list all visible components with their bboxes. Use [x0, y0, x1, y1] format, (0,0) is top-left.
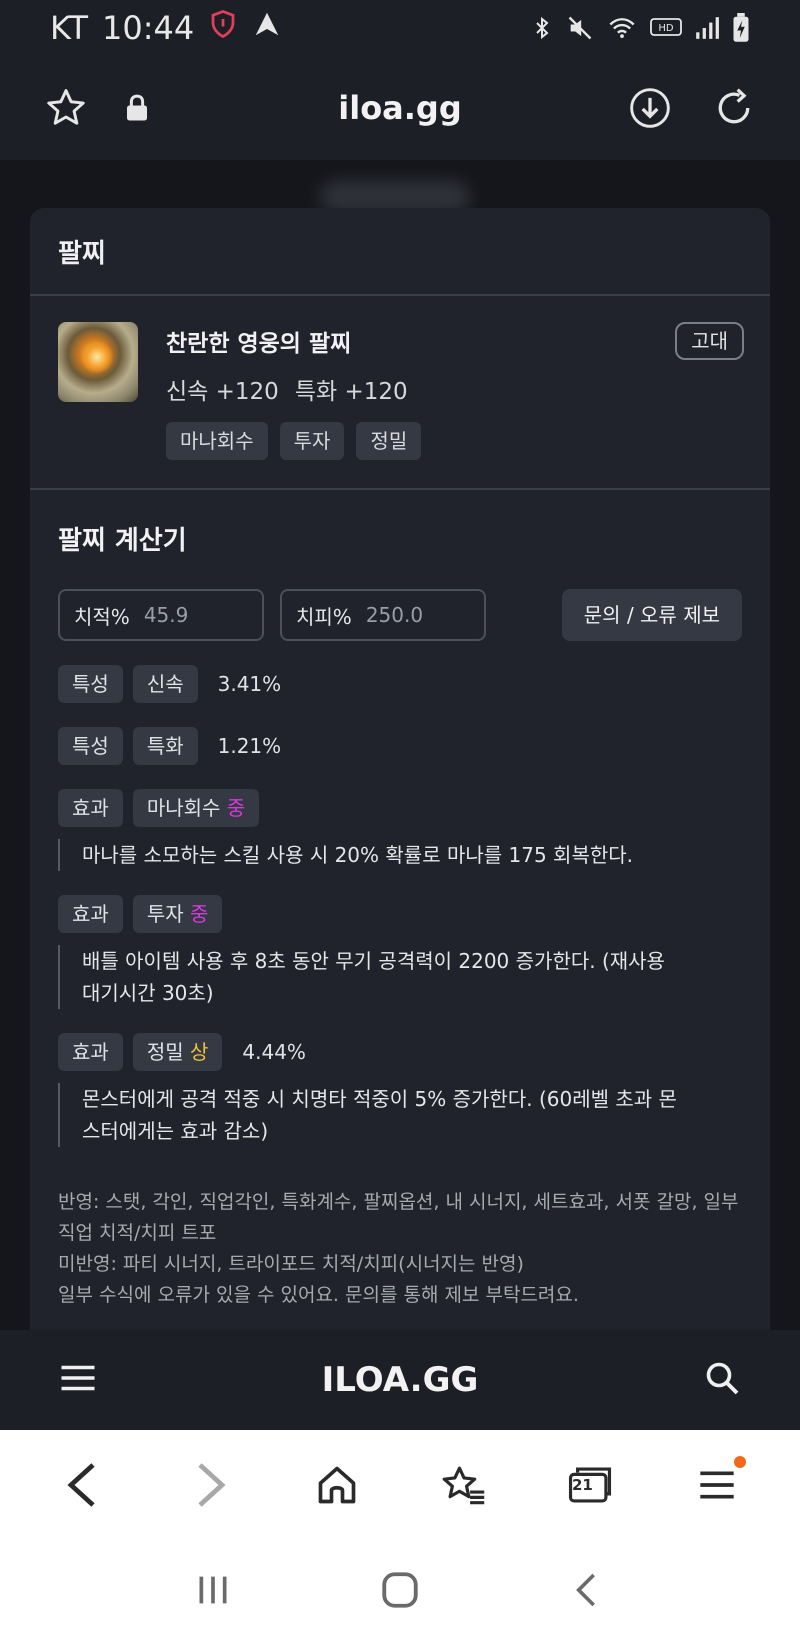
- tab-count: 21: [571, 1476, 593, 1494]
- result-row: 효과 투자 중: [58, 895, 742, 933]
- item-name: 찬란한 영웅의 팔찌: [166, 331, 352, 357]
- bracelet-item-icon: [58, 322, 138, 402]
- svg-text:HD: HD: [658, 23, 674, 34]
- bookmark-star-icon[interactable]: [44, 86, 88, 130]
- effect-name: 정밀: [146, 1040, 184, 1064]
- row-percent: 3.41%: [217, 672, 282, 696]
- field-value: 250.0: [365, 603, 424, 627]
- effect-description: 몬스터에게 공격 적중 시 치명타 적중이 5% 증가한다. (60레벨 초과 …: [58, 1083, 678, 1147]
- calculator-notes: 반영: 스탯, 각인, 직업각인, 특화계수, 팔찌옵션, 내 시너지, 세트효…: [58, 1187, 742, 1311]
- row-kind-chip: 효과: [58, 895, 123, 933]
- item-card: 찬란한 영웅의 팔찌 신속 +120 특화 +120 마나회수 투자 정밀 고대: [30, 296, 770, 490]
- system-navigation-bar: [0, 1540, 800, 1644]
- shield-icon: [208, 9, 238, 47]
- bracelet-calculator: 팔찌 계산기 치적% 45.9 치피% 250.0 문의 / 오류 제보 특성 …: [30, 490, 770, 1311]
- result-row: 특성 신속 3.41%: [58, 665, 742, 703]
- bracelet-modal: 팔찌 찬란한 영웅의 팔찌 신속 +120 특화 +120 마나회수 투자 정밀…: [30, 208, 770, 1330]
- note-line: 반영: 스탯, 각인, 직업각인, 특화계수, 팔찌옵션, 내 시너지, 세트효…: [58, 1191, 739, 1244]
- row-kind-chip: 특성: [58, 727, 123, 765]
- row-kind-chip: 효과: [58, 1033, 123, 1071]
- mute-icon: [566, 14, 594, 42]
- row-percent: 1.21%: [217, 734, 282, 758]
- home-icon[interactable]: [302, 1450, 372, 1520]
- field-value: 45.9: [143, 603, 189, 627]
- home-button-icon[interactable]: [379, 1569, 421, 1615]
- clock: 10:44: [102, 9, 195, 47]
- effect-level: 중: [226, 796, 246, 820]
- battery-charging-icon: [732, 13, 750, 43]
- note-line: 일부 수식에 오류가 있을 수 있어요. 문의를 통해 제보 부탁드려요.: [58, 1284, 579, 1306]
- effect-level: 중: [189, 902, 209, 926]
- recent-apps-icon[interactable]: [193, 1570, 233, 1614]
- result-row: 효과 마나회수 중: [58, 789, 742, 827]
- system-back-icon[interactable]: [567, 1570, 607, 1614]
- wifi-icon: [606, 14, 638, 42]
- bluetooth-icon: [530, 14, 554, 42]
- grade-badge: 고대: [675, 322, 744, 360]
- reload-icon[interactable]: [712, 86, 756, 130]
- browser-toolbar: 21: [0, 1430, 800, 1540]
- row-kind-chip: 특성: [58, 665, 123, 703]
- result-row: 특성 특화 1.21%: [58, 727, 742, 765]
- item-stat: 신속 +120: [166, 379, 279, 405]
- crit-rate-field[interactable]: 치적% 45.9: [58, 589, 264, 641]
- status-bar: KT 10:44 HD: [0, 0, 800, 56]
- forward-icon[interactable]: [175, 1450, 245, 1520]
- effect-level: 상: [189, 1040, 209, 1064]
- row-name-chip: 마나회수 중: [132, 789, 260, 827]
- calculator-title: 팔찌 계산기: [58, 526, 187, 556]
- effect-name: 마나회수: [146, 796, 221, 820]
- bookmarks-icon[interactable]: [428, 1450, 498, 1520]
- note-line: 미반영: 파티 시너지, 트라이포드 치적/치피(시너지는 반영): [58, 1253, 524, 1275]
- item-tag: 정밀: [356, 422, 422, 460]
- tabs-icon[interactable]: 21: [555, 1450, 625, 1520]
- report-error-button[interactable]: 문의 / 오류 제보: [561, 589, 742, 641]
- address-bar: iloa.gg: [0, 56, 800, 160]
- field-label: 치피%: [296, 604, 352, 629]
- item-tag: 투자: [279, 422, 345, 460]
- item-tag: 마나회수: [166, 422, 268, 460]
- calculator-inputs: 치적% 45.9 치피% 250.0 문의 / 오류 제보: [58, 589, 742, 641]
- row-kind-chip: 효과: [58, 789, 123, 827]
- effect-description: 배틀 아이템 사용 후 8초 동안 무기 공격력이 2200 증가한다. (재사…: [58, 945, 678, 1009]
- crit-damage-field[interactable]: 치피% 250.0: [280, 589, 486, 641]
- effect-name: 투자: [146, 902, 184, 926]
- hamburger-menu-icon[interactable]: [60, 1363, 96, 1397]
- search-icon[interactable]: [704, 1360, 740, 1400]
- row-percent: 4.44%: [242, 1040, 306, 1064]
- row-name-chip: 투자 중: [132, 895, 223, 933]
- signal-icon: [694, 15, 720, 41]
- field-label: 치적%: [74, 604, 130, 629]
- carrier: KT: [50, 9, 89, 47]
- effect-description: 마나를 소모하는 스킬 사용 시 20% 확률로 마나를 175 회복한다.: [58, 839, 678, 871]
- item-stat: 특화 +120: [294, 379, 408, 405]
- lock-icon: [124, 93, 150, 123]
- modal-title: 팔찌: [30, 208, 770, 296]
- download-icon[interactable]: [628, 86, 672, 130]
- url-text[interactable]: iloa.gg: [0, 89, 800, 127]
- item-tags: 마나회수 투자 정밀: [166, 422, 422, 460]
- row-name-chip: 특화: [132, 727, 198, 765]
- site-logo[interactable]: ILOA.GG: [0, 1360, 800, 1400]
- back-icon[interactable]: [48, 1450, 118, 1520]
- row-name-chip: 신속: [132, 665, 198, 703]
- site-bottom-bar: ILOA.GG: [0, 1330, 800, 1430]
- notification-dot: [733, 1456, 746, 1468]
- row-name-chip: 정밀 상: [132, 1033, 223, 1071]
- navigation-arrow-icon: [252, 9, 282, 47]
- result-row: 효과 정밀 상 4.44%: [58, 1033, 742, 1071]
- hd-voice-icon: HD: [650, 16, 682, 40]
- browser-menu-icon[interactable]: [682, 1450, 752, 1520]
- item-stats: 신속 +120 특화 +120: [166, 372, 421, 406]
